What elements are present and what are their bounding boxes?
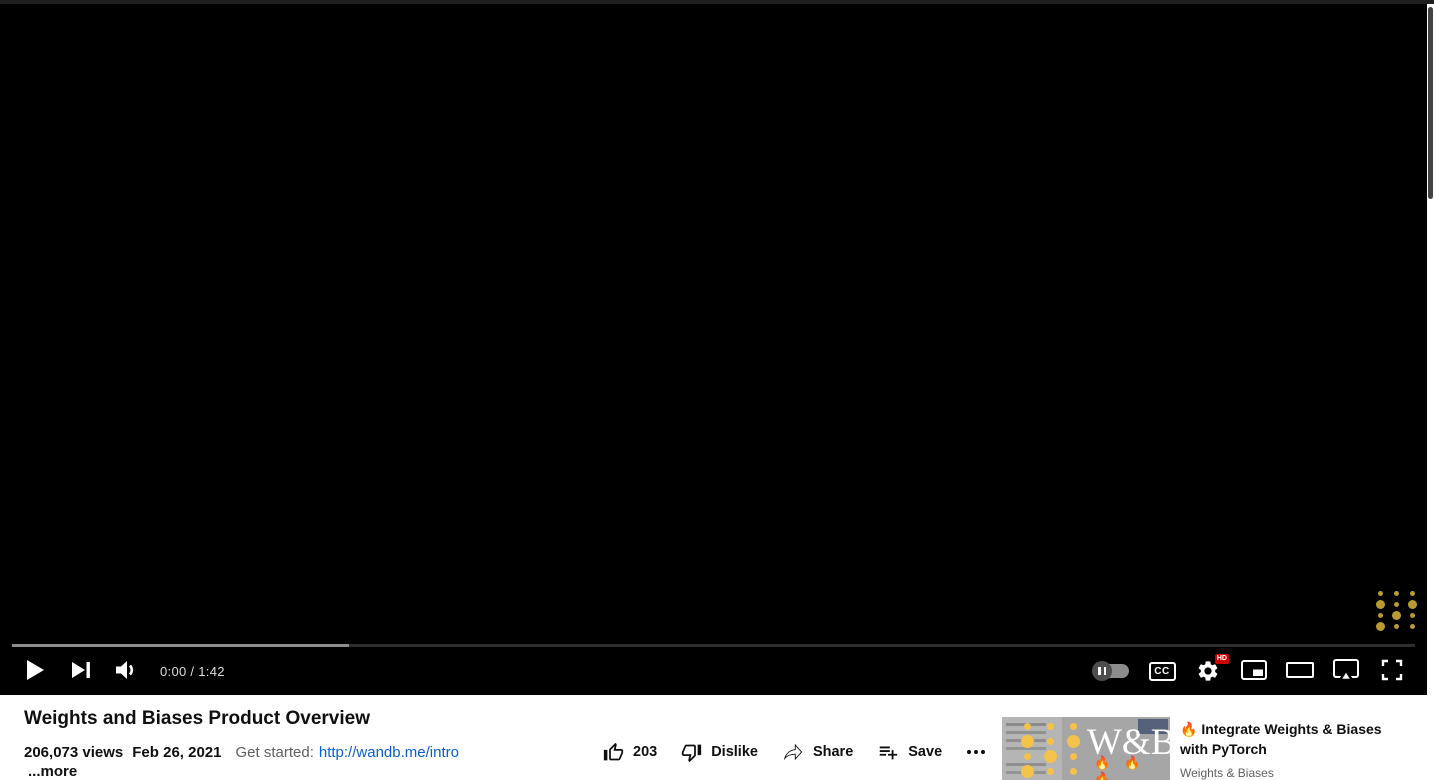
autoplay-toggle-track: [1095, 664, 1129, 678]
play-icon: [25, 659, 45, 684]
playlist-add-icon: [877, 741, 899, 763]
theater-mode-button[interactable]: [1277, 651, 1323, 691]
related-info: 🔥 Integrate Weights & Biases with PyTorc…: [1180, 717, 1390, 780]
progress-buffered: [12, 644, 349, 647]
next-button[interactable]: [58, 651, 104, 691]
share-icon: [782, 741, 804, 763]
cast-button[interactable]: [1323, 651, 1369, 691]
share-button[interactable]: Share: [782, 741, 853, 763]
controls-left: 0:00 / 1:42: [12, 651, 225, 691]
volume-icon: [115, 660, 139, 683]
related-video-card[interactable]: W&B 🔥🔥🔥 PyTorch 🔥 Integrate Weights & Bi…: [1002, 717, 1390, 780]
dislike-button[interactable]: Dislike: [681, 742, 758, 763]
wandb-logo-dots: [1016, 719, 1085, 779]
cast-icon: [1333, 659, 1359, 684]
progress-bar[interactable]: [12, 644, 1415, 647]
subtitles-button[interactable]: CC: [1139, 651, 1185, 691]
autoplay-pause-icon: [1092, 661, 1112, 681]
hd-badge: HD: [1215, 654, 1229, 664]
video-meta: 206,073 views Feb 26, 2021 Get started: h…: [24, 744, 459, 761]
show-more-button[interactable]: ...more: [28, 763, 77, 780]
dislike-label: Dislike: [711, 744, 758, 760]
cc-icon: CC: [1149, 662, 1176, 681]
view-count: 206,073 views: [24, 744, 123, 761]
thumb-down-icon: [681, 742, 702, 763]
player-top-edge: [0, 0, 1434, 4]
current-time: 0:00: [160, 664, 187, 679]
more-actions-button[interactable]: [966, 749, 986, 755]
share-label: Share: [813, 744, 853, 760]
save-button[interactable]: Save: [877, 741, 942, 763]
like-count: 203: [633, 744, 657, 760]
miniplayer-button[interactable]: [1231, 651, 1277, 691]
related-thumbnail[interactable]: W&B 🔥🔥🔥 PyTorch: [1002, 717, 1170, 780]
thumbnail-pytorch-text: PyTorch: [1050, 773, 1170, 780]
play-button[interactable]: [12, 651, 58, 691]
miniplayer-icon: [1241, 660, 1267, 683]
fullscreen-icon: [1381, 659, 1403, 684]
fullscreen-button[interactable]: [1369, 651, 1415, 691]
ellipsis-icon: [966, 749, 986, 755]
description-snippet: Get started: http://wandb.me/intro: [236, 744, 459, 761]
wandb-watermark-logo: [1372, 588, 1420, 632]
player-controls: 0:00 / 1:42 CC HD: [0, 648, 1427, 694]
page-scrollbar[interactable]: [1427, 4, 1434, 780]
theater-mode-icon: [1286, 662, 1314, 681]
video-player[interactable]: 0:00 / 1:42 CC HD: [0, 0, 1427, 695]
save-label: Save: [908, 744, 942, 760]
video-title: Weights and Biases Product Overview: [24, 708, 370, 730]
next-icon: [71, 660, 92, 683]
fire-emoji: 🔥: [1180, 721, 1197, 737]
time-separator: /: [187, 664, 199, 679]
related-title-text: Integrate Weights & Biases with PyTorch: [1180, 721, 1382, 757]
description-link[interactable]: http://wandb.me/intro: [319, 744, 459, 761]
like-button[interactable]: 203: [603, 742, 657, 763]
related-title[interactable]: 🔥 Integrate Weights & Biases with PyTorc…: [1180, 719, 1390, 759]
duration: 1:42: [198, 664, 225, 679]
description-text: Get started:: [236, 744, 314, 761]
related-channel-name: Weights & Biases: [1180, 766, 1390, 780]
settings-gear-icon: HD: [1195, 658, 1221, 684]
scrollbar-thumb[interactable]: [1428, 7, 1433, 199]
mute-button[interactable]: [104, 651, 150, 691]
thumb-up-icon: [603, 742, 624, 763]
settings-button[interactable]: HD: [1185, 651, 1231, 691]
time-display: 0:00 / 1:42: [160, 664, 225, 679]
controls-right: CC HD: [1085, 651, 1415, 691]
action-bar: 203 Dislike Share Save: [603, 741, 986, 763]
publish-date: Feb 26, 2021: [132, 744, 221, 761]
autoplay-toggle[interactable]: [1085, 651, 1139, 691]
youtube-watch-page: 0:00 / 1:42 CC HD: [0, 0, 1434, 780]
